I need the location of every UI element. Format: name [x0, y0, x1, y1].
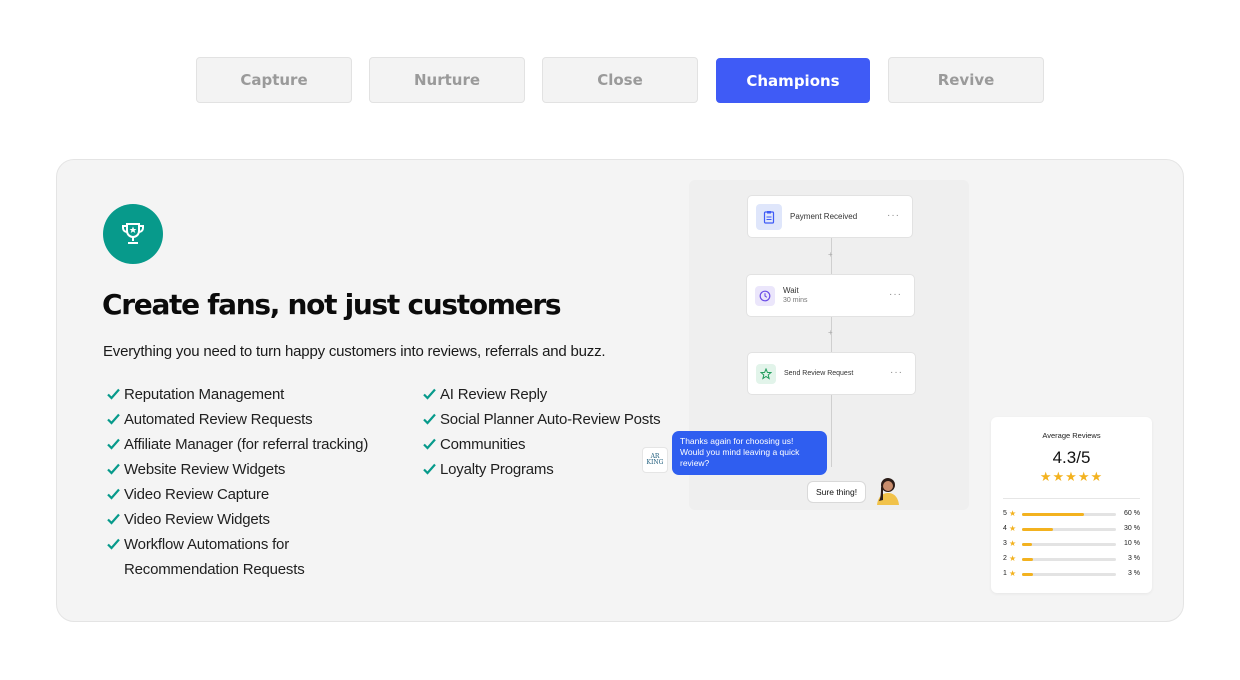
rating-row: 2 ★ 3 % [1003, 554, 1140, 565]
rating-bar-track [1022, 528, 1116, 531]
tab-champions[interactable]: Champions [716, 58, 870, 103]
star-icon: ★ [1009, 539, 1017, 548]
feature-item: AI Review Reply [419, 386, 660, 411]
card-headline: Create fans, not just customers [102, 288, 562, 321]
reviews-score: 4.3/5 [1052, 448, 1091, 467]
more-icon: ··· [887, 210, 900, 221]
node-sublabel: 30 mins [783, 296, 808, 304]
rating-bar-track [1022, 513, 1116, 516]
check-icon [423, 463, 436, 475]
rating-percent: 3 % [1127, 570, 1140, 577]
feature-item: Video Review Capture [103, 486, 368, 511]
feature-item: Affiliate Manager (for referral tracking… [103, 436, 368, 461]
stage-tabs: Capture Nurture Close Champions Revive [196, 57, 1044, 103]
rating-bar-track [1022, 543, 1116, 546]
average-reviews-card: Average Reviews 4.3/5 ★★★★★ 5 ★ 60 % 4 ★ 30 %… [991, 417, 1152, 593]
rating-star-number: 3 [1003, 540, 1007, 547]
workflow-node-send-review: Send Review Request ··· [747, 352, 916, 395]
rating-row: 1 ★ 3 % [1003, 569, 1140, 580]
check-icon [423, 438, 436, 450]
check-icon [107, 513, 120, 525]
rating-star-number: 4 [1003, 525, 1007, 532]
rating-row: 5 ★ 60 % [1003, 509, 1140, 520]
add-step-icon: + [828, 250, 833, 259]
champions-card: Create fans, not just customers Everythi… [56, 159, 1184, 622]
node-label: Wait [783, 285, 799, 295]
feature-item: Loyalty Programs [419, 461, 660, 486]
node-label: Payment Received [790, 211, 858, 221]
star-icon: ★ [1009, 554, 1017, 563]
chat-message: Thanks again for choosing us! Would you … [672, 431, 827, 475]
check-icon [107, 388, 120, 400]
more-icon: ··· [890, 367, 903, 378]
feature-item: Communities [419, 436, 660, 461]
star-icon: ★ [1009, 509, 1017, 518]
trophy-icon [103, 204, 163, 264]
rating-row: 4 ★ 30 % [1003, 524, 1140, 535]
rating-row: 3 ★ 10 % [1003, 539, 1140, 550]
rating-bar-fill [1022, 558, 1034, 561]
rating-bar-track [1022, 573, 1116, 576]
divider [1003, 498, 1140, 499]
features-left: Reputation Management Automated Review R… [103, 386, 368, 586]
feature-item: Social Planner Auto-Review Posts [419, 411, 661, 436]
more-icon: ··· [889, 289, 902, 300]
workflow-node-wait: Wait 30 mins ··· [746, 274, 915, 317]
add-step-icon: + [828, 328, 833, 337]
star-icon: ★ [1009, 569, 1017, 578]
rating-bar-fill [1022, 513, 1085, 516]
check-icon [107, 438, 120, 450]
rating-bar-fill [1022, 528, 1054, 531]
reviews-title: Average Reviews [1042, 431, 1101, 440]
workflow-node-payment: Payment Received ··· [747, 195, 913, 238]
check-icon [423, 388, 436, 400]
rating-stars-icon: ★★★★★ [1039, 469, 1104, 484]
check-icon [107, 538, 120, 550]
clipboard-icon [756, 203, 782, 230]
tab-revive[interactable]: Revive [888, 57, 1044, 103]
rating-percent: 30 % [1124, 525, 1140, 532]
feature-item: Website Review Widgets [103, 461, 368, 486]
feature-item: Automated Review Requests [103, 411, 368, 436]
feature-item: Workflow Automations for Recommendation … [103, 536, 368, 586]
clock-icon [755, 285, 775, 306]
check-icon [107, 413, 120, 425]
rating-bar-track [1022, 558, 1116, 561]
check-icon [423, 413, 436, 425]
star-icon [756, 363, 776, 384]
tab-nurture[interactable]: Nurture [369, 57, 525, 103]
rating-bar-fill [1022, 543, 1033, 546]
star-icon: ★ [1009, 524, 1017, 533]
rating-percent: 60 % [1124, 510, 1140, 517]
tab-capture[interactable]: Capture [196, 57, 352, 103]
brand-logo: AR KING [642, 447, 668, 473]
check-icon [107, 463, 120, 475]
chat-reply: Sure thing! [807, 481, 867, 503]
rating-percent: 10 % [1124, 540, 1140, 547]
rating-star-number: 1 [1003, 570, 1007, 577]
feature-item: Reputation Management [103, 386, 368, 411]
rating-bar-fill [1022, 573, 1034, 576]
avatar [874, 475, 902, 505]
node-label: Send Review Request [784, 369, 854, 377]
check-icon [107, 488, 120, 500]
card-subline: Everything you need to turn happy custom… [103, 343, 606, 360]
rating-star-number: 2 [1003, 555, 1007, 562]
tab-close[interactable]: Close [542, 57, 698, 103]
rating-star-number: 5 [1003, 510, 1007, 517]
features-right: AI Review Reply Social Planner Auto-Revi… [419, 386, 661, 486]
rating-percent: 3 % [1127, 555, 1140, 562]
